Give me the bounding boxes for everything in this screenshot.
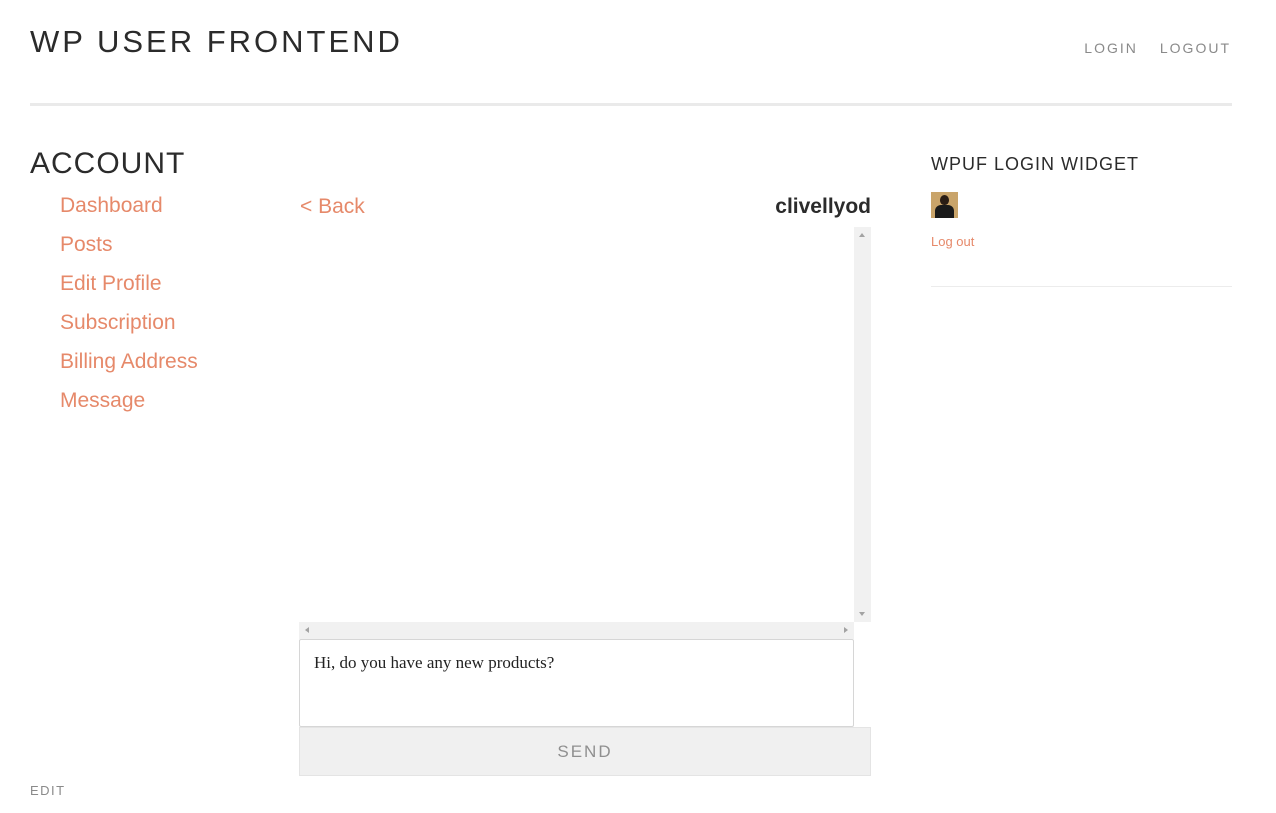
account-nav-billing-address[interactable]: Billing Address — [60, 350, 198, 373]
scroll-up-arrow-icon[interactable] — [859, 233, 865, 237]
login-link[interactable]: LOGIN — [1084, 40, 1138, 56]
account-nav: Dashboard Posts Edit Profile Subscriptio… — [60, 194, 198, 428]
send-button[interactable]: SEND — [299, 727, 871, 776]
account-nav-dashboard[interactable]: Dashboard — [60, 194, 163, 217]
avatar[interactable] — [931, 192, 958, 218]
scroll-right-arrow-icon[interactable] — [844, 627, 848, 633]
account-nav-edit-profile[interactable]: Edit Profile — [60, 272, 162, 295]
page-title: ACCOUNT — [30, 147, 186, 180]
top-nav: LOGIN LOGOUT — [1084, 40, 1231, 56]
widget-title: WPUF LOGIN WIDGET — [931, 154, 1139, 174]
account-nav-message[interactable]: Message — [60, 389, 145, 412]
edit-link[interactable]: EDIT — [30, 783, 66, 798]
logout-link[interactable]: LOGOUT — [1160, 40, 1231, 56]
message-input[interactable]: Hi, do you have any new products? — [299, 639, 854, 727]
account-nav-subscription[interactable]: Subscription — [60, 311, 176, 334]
account-nav-posts[interactable]: Posts — [60, 233, 113, 256]
page: WP USER FRONTEND LOGIN LOGOUT ACCOUNT Da… — [0, 0, 1276, 813]
header-divider — [30, 103, 1232, 106]
site-title[interactable]: WP USER FRONTEND — [30, 24, 403, 60]
widget-logout-link[interactable]: Log out — [931, 234, 974, 249]
chat-recipient-name: clivellyod — [775, 195, 871, 218]
horizontal-scrollbar[interactable] — [299, 622, 854, 639]
scroll-left-arrow-icon[interactable] — [305, 627, 309, 633]
scroll-down-arrow-icon[interactable] — [859, 612, 865, 616]
vertical-scrollbar[interactable] — [854, 227, 871, 622]
back-link[interactable]: < Back — [300, 195, 365, 219]
widget-divider — [931, 286, 1232, 287]
message-thread[interactable] — [299, 227, 871, 639]
